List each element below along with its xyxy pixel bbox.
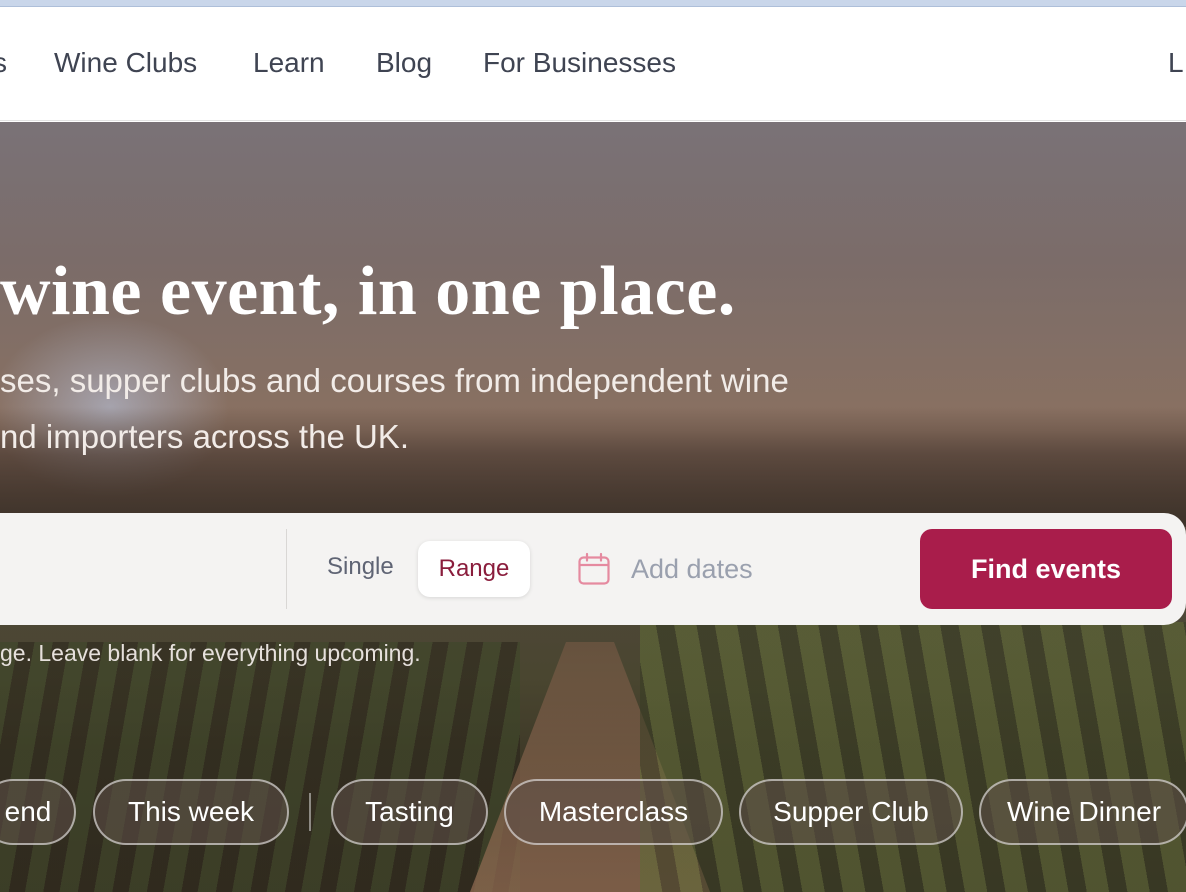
nav-link-blog[interactable]: Blog (376, 47, 432, 79)
chip-masterclass[interactable]: Masterclass (504, 779, 723, 845)
hero-section: wine event, in one place. ses, supper cl… (0, 122, 1186, 892)
date-mode-single[interactable]: Single (327, 553, 394, 581)
browser-top-edge (0, 0, 1186, 7)
chip-separator (309, 793, 311, 831)
chip-this-week[interactable]: This week (93, 779, 289, 845)
hero-subline-1: ses, supper clubs and courses from indep… (0, 362, 789, 399)
chip-tasting[interactable]: Tasting (331, 779, 488, 845)
chip-supper-club[interactable]: Supper Club (739, 779, 963, 845)
find-events-button[interactable]: Find events (920, 529, 1172, 609)
hero-subline-2: nd importers across the UK. (0, 418, 409, 455)
search-divider (286, 529, 287, 609)
date-mode-range[interactable]: Range (418, 541, 530, 597)
hero-background-vines-left (0, 642, 520, 892)
event-search-bar: Single Range Find events (0, 513, 1186, 625)
nav-link-partial-right[interactable]: L (1168, 47, 1184, 79)
nav-link-for-businesses[interactable]: For Businesses (483, 47, 676, 79)
hero-background-vines-right (640, 622, 1186, 892)
top-navigation: s Wine Clubs Learn Blog For Businesses L (0, 7, 1186, 121)
chip-wine-dinner[interactable]: Wine Dinner (979, 779, 1186, 845)
search-hint: ge. Leave blank for everything upcoming. (0, 640, 421, 666)
calendar-icon[interactable] (577, 552, 611, 586)
add-dates-input[interactable] (631, 549, 871, 589)
nav-link-wine-clubs[interactable]: Wine Clubs (54, 47, 197, 79)
nav-link-partial-left[interactable]: s (0, 47, 7, 79)
hero-headline: wine event, in one place. (0, 253, 736, 330)
nav-link-learn[interactable]: Learn (253, 47, 325, 79)
chip-partial-weekend[interactable]: end (0, 779, 76, 845)
